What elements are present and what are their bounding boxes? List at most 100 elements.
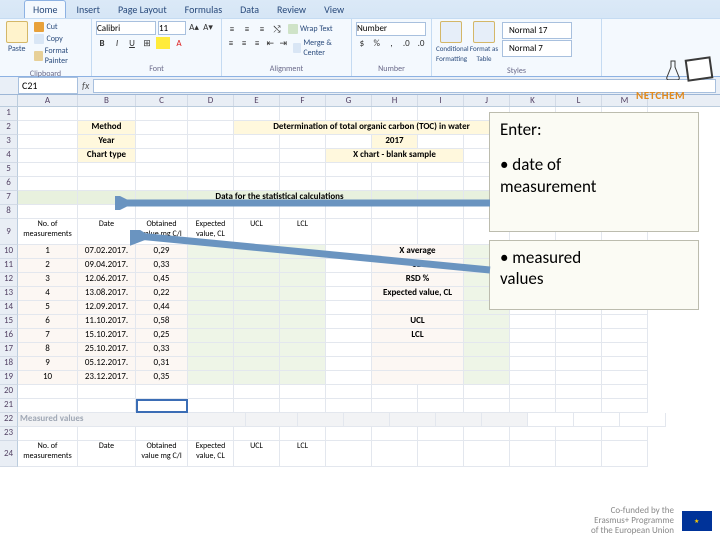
cell[interactable]: 9 (18, 357, 78, 371)
cell[interactable] (372, 107, 418, 121)
cell[interactable]: 0,22 (136, 287, 188, 301)
cell[interactable] (18, 191, 78, 205)
cell[interactable]: Chart type (78, 149, 136, 163)
cell[interactable] (136, 205, 188, 219)
cell[interactable] (372, 427, 418, 441)
cell[interactable] (136, 149, 188, 163)
cell[interactable] (602, 427, 648, 441)
row-header-23[interactable]: 23 (0, 427, 18, 441)
cell[interactable] (602, 385, 648, 399)
indent-dec-icon[interactable]: ⇤ (265, 37, 275, 49)
cell[interactable] (136, 427, 188, 441)
cell[interactable] (234, 177, 280, 191)
row-header-4[interactable]: 4 (0, 149, 18, 163)
table-header[interactable]: Obtained value mg C/l (136, 219, 188, 245)
cell[interactable] (234, 385, 280, 399)
cell[interactable]: 0,29 (136, 245, 188, 259)
cell[interactable] (188, 343, 234, 357)
tab-data[interactable]: Data (232, 1, 267, 18)
cell[interactable] (344, 413, 390, 427)
col-F[interactable]: F (280, 95, 326, 106)
cell[interactable]: 0,25 (136, 329, 188, 343)
cell[interactable] (18, 205, 78, 219)
cell[interactable] (464, 385, 510, 399)
cell[interactable] (556, 441, 602, 467)
cell[interactable] (78, 163, 136, 177)
cell[interactable] (326, 301, 372, 315)
row-header-21[interactable]: 21 (0, 399, 18, 413)
italic-button[interactable]: I (111, 37, 123, 49)
cell[interactable]: Determination of total organic carbon (T… (234, 121, 510, 135)
cell[interactable]: 25.10.2017. (78, 343, 136, 357)
cut-button[interactable]: Cut (32, 21, 87, 33)
cell[interactable] (464, 399, 510, 413)
cell[interactable] (418, 107, 464, 121)
cell[interactable]: Data for the statistical calculations (188, 191, 372, 205)
cell[interactable] (280, 259, 326, 273)
cell[interactable] (602, 329, 648, 343)
col-G[interactable]: G (326, 95, 372, 106)
cell[interactable] (510, 441, 556, 467)
cell[interactable] (464, 357, 510, 371)
cell[interactable] (418, 177, 464, 191)
cell[interactable] (18, 135, 78, 149)
cell[interactable] (298, 413, 344, 427)
align-mid-icon[interactable]: ≡ (241, 23, 253, 35)
cell[interactable]: 09.04.2017. (78, 259, 136, 273)
align-center-icon[interactable]: ≡ (239, 37, 249, 49)
cell[interactable]: 2 (18, 259, 78, 273)
cell[interactable] (326, 427, 372, 441)
tab-view[interactable]: View (316, 1, 352, 18)
cell[interactable] (188, 205, 234, 219)
cell[interactable] (280, 343, 326, 357)
cell[interactable] (234, 107, 280, 121)
cell[interactable]: 11.10.2017. (78, 315, 136, 329)
cell[interactable] (188, 315, 234, 329)
cell[interactable] (280, 245, 326, 259)
align-left-icon[interactable]: ≡ (226, 37, 236, 49)
align-right-icon[interactable]: ≡ (252, 37, 262, 49)
cell[interactable]: 8 (18, 343, 78, 357)
row-header-16[interactable]: 16 (0, 329, 18, 343)
col-C[interactable]: C (136, 95, 188, 106)
grow-font-icon[interactable]: A▴ (188, 21, 200, 33)
format-as-table-button[interactable]: Format as Table (469, 21, 499, 64)
cell[interactable] (510, 329, 556, 343)
cell[interactable] (326, 315, 372, 329)
shrink-font-icon[interactable]: A▾ (202, 21, 214, 33)
paste-button[interactable]: Paste (4, 21, 29, 54)
cell[interactable] (326, 371, 372, 385)
cell[interactable]: 05.12.2017. (78, 357, 136, 371)
cell[interactable] (436, 413, 482, 427)
cell[interactable]: 12.09.2017. (78, 301, 136, 315)
cell[interactable]: 07.02.2017. (78, 245, 136, 259)
inc-decimal-icon[interactable]: .0 (400, 38, 412, 50)
cell[interactable] (510, 385, 556, 399)
cell[interactable] (188, 413, 246, 427)
cell[interactable] (510, 343, 556, 357)
col-E[interactable]: E (234, 95, 280, 106)
bold-button[interactable]: B (96, 37, 108, 49)
cell[interactable] (326, 357, 372, 371)
cell[interactable] (280, 301, 326, 315)
row-header-5[interactable]: 5 (0, 163, 18, 177)
cell[interactable] (326, 107, 372, 121)
cell[interactable] (188, 177, 234, 191)
cell[interactable]: 3 (18, 273, 78, 287)
cell[interactable] (188, 149, 234, 163)
cell[interactable] (18, 121, 78, 135)
cell[interactable] (136, 177, 188, 191)
table-header[interactable]: Date (78, 219, 136, 245)
cell[interactable] (326, 135, 372, 149)
cell[interactable] (188, 107, 234, 121)
row-header-3[interactable]: 3 (0, 135, 18, 149)
cell[interactable]: 0,35 (136, 371, 188, 385)
tab-formulas[interactable]: Formulas (177, 1, 230, 18)
cell[interactable]: 2017 (372, 135, 418, 149)
row-header-18[interactable]: 18 (0, 357, 18, 371)
cell[interactable]: 0,33 (136, 343, 188, 357)
cell[interactable] (280, 287, 326, 301)
cell[interactable] (556, 427, 602, 441)
tab-insert[interactable]: Insert (68, 1, 108, 18)
cell[interactable]: LCL (372, 329, 464, 343)
